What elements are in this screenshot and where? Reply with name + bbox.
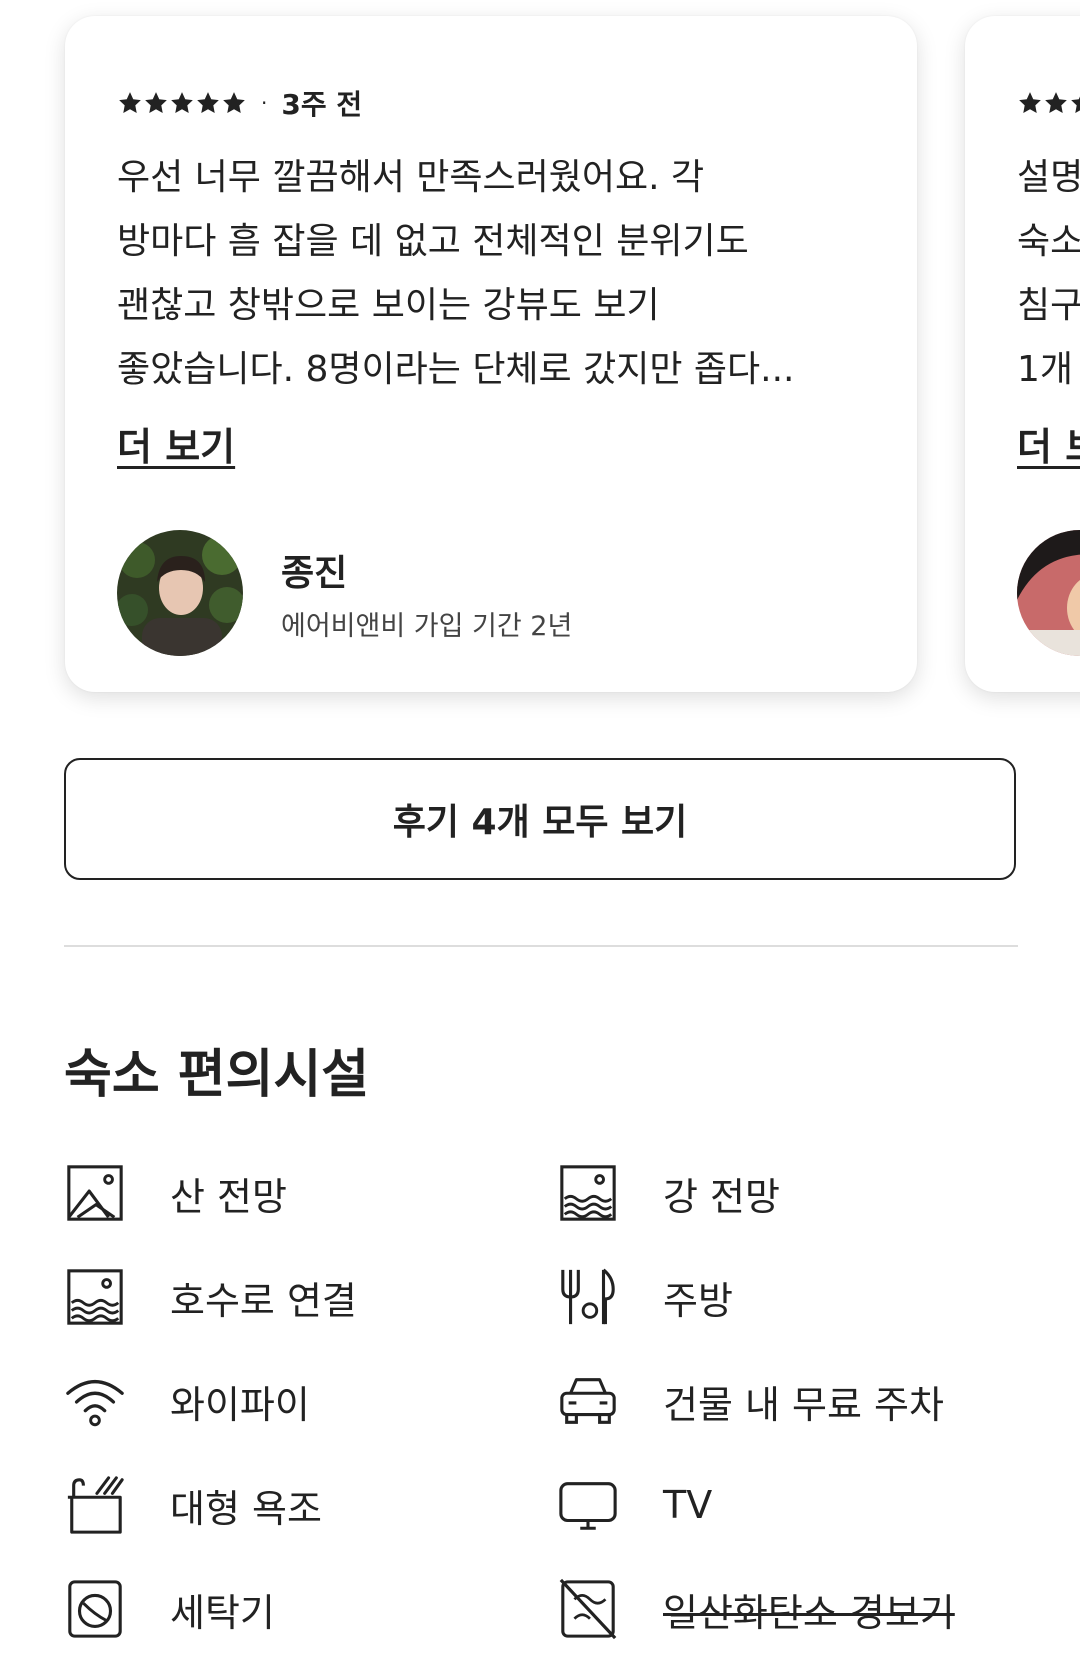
river-view-icon bbox=[560, 1165, 616, 1221]
amenity-item: 산 전망 bbox=[64, 1158, 287, 1228]
lake-access-icon bbox=[67, 1269, 123, 1325]
amenity-item: 세탁기 bbox=[64, 1574, 275, 1644]
review-card[interactable]: 설명 숙소 침구 1개 더 보 bbox=[965, 16, 1080, 692]
star-icon bbox=[145, 92, 167, 113]
star-icon bbox=[197, 92, 219, 113]
review-text-line: 좋았습니다. 8명이라는 단체로 갔지만 좁다... bbox=[117, 349, 795, 390]
bathtub-icon bbox=[67, 1476, 124, 1534]
avatar-photo bbox=[117, 530, 243, 656]
reviewer-avatar[interactable] bbox=[1017, 530, 1080, 656]
amenity-label: 대형 욕조 bbox=[170, 1486, 322, 1531]
amenity-item: TV bbox=[557, 1470, 712, 1540]
star-icon bbox=[1045, 92, 1067, 113]
review-text-line: 설명 bbox=[1017, 157, 1080, 198]
amenity-label: 세탁기 bbox=[170, 1590, 275, 1635]
avatar-photo bbox=[1017, 530, 1080, 656]
section-divider bbox=[64, 945, 1018, 947]
amenity-label: 산 전망 bbox=[170, 1174, 287, 1219]
star-icon bbox=[119, 92, 141, 113]
show-more-link[interactable]: 더 보 bbox=[1017, 416, 1080, 471]
reviewer-name: 종진 bbox=[281, 553, 348, 594]
show-all-reviews-button[interactable]: 후기 4개 모두 보기 bbox=[64, 758, 1016, 880]
review-text: 설명 숙소 침구 1개 bbox=[1017, 146, 1080, 402]
amenity-label: 건물 내 무료 주차 bbox=[663, 1382, 944, 1427]
amenity-item: 주방 bbox=[557, 1262, 733, 1332]
review-text: 우선 너무 깔끔해서 만족스러웠어요. 각 방마다 흠 잡을 데 없고 전체적인… bbox=[117, 146, 877, 402]
amenity-label: 일산화탄소 경보기 bbox=[663, 1590, 955, 1635]
amenity-item: 대형 욕조 bbox=[64, 1470, 322, 1540]
mountain-view-icon bbox=[67, 1165, 123, 1221]
review-card[interactable]: · 3주 전 우선 너무 깔끔해서 만족스러웠어요. 각 방마다 흠 잡을 데 … bbox=[65, 16, 917, 692]
star-rating bbox=[1017, 90, 1080, 116]
separator-dot: · bbox=[261, 91, 268, 115]
review-text-line: 괜찮고 창밖으로 보이는 강뷰도 보기 bbox=[117, 285, 660, 326]
reviewer-avatar[interactable] bbox=[117, 530, 243, 656]
wifi-icon bbox=[66, 1380, 124, 1427]
star-icon bbox=[223, 92, 245, 113]
listing-page: · 3주 전 우선 너무 깔끔해서 만족스러웠어요. 각 방마다 흠 잡을 데 … bbox=[0, 0, 1080, 1660]
review-text-line: 우선 너무 깔끔해서 만족스러웠어요. 각 bbox=[117, 157, 705, 198]
amenity-label: 강 전망 bbox=[663, 1174, 780, 1219]
amenity-label: 호수로 연결 bbox=[170, 1278, 357, 1323]
amenity-label: 와이파이 bbox=[170, 1382, 310, 1427]
parking-icon bbox=[560, 1378, 616, 1424]
amenity-label: 주방 bbox=[663, 1278, 733, 1323]
amenities-title: 숙소 편의시설 bbox=[64, 1045, 370, 1105]
amenity-item: 일산화탄소 경보기 bbox=[557, 1574, 955, 1644]
kitchen-icon bbox=[561, 1268, 615, 1325]
star-rating bbox=[117, 90, 247, 116]
review-rating-row: · 3주 전 bbox=[117, 86, 363, 121]
amenity-item: 강 전망 bbox=[557, 1158, 780, 1228]
amenity-item: 와이파이 bbox=[64, 1366, 310, 1436]
review-text-line: 1개 bbox=[1017, 349, 1074, 390]
review-time: 3주 전 bbox=[281, 88, 363, 121]
reviewer-membership: 에어비앤비 가입 기간 2년 bbox=[281, 611, 573, 642]
review-text-line: 침구 bbox=[1017, 285, 1080, 326]
star-icon bbox=[1019, 92, 1041, 113]
amenity-item: 건물 내 무료 주차 bbox=[557, 1366, 944, 1436]
amenity-item: 호수로 연결 bbox=[64, 1262, 357, 1332]
review-rating-row bbox=[1017, 86, 1080, 120]
tv-icon bbox=[559, 1482, 617, 1530]
star-icon bbox=[1071, 96, 1080, 113]
show-more-link[interactable]: 더 보기 bbox=[117, 416, 235, 471]
review-text-line: 방마다 흠 잡을 데 없고 전체적인 분위기도 bbox=[117, 221, 749, 262]
star-icon bbox=[171, 92, 193, 113]
co-alarm-off-icon bbox=[559, 1578, 617, 1640]
washer-icon bbox=[68, 1580, 122, 1638]
review-text-line: 숙소 bbox=[1017, 221, 1080, 262]
amenity-label: TV bbox=[663, 1483, 713, 1527]
